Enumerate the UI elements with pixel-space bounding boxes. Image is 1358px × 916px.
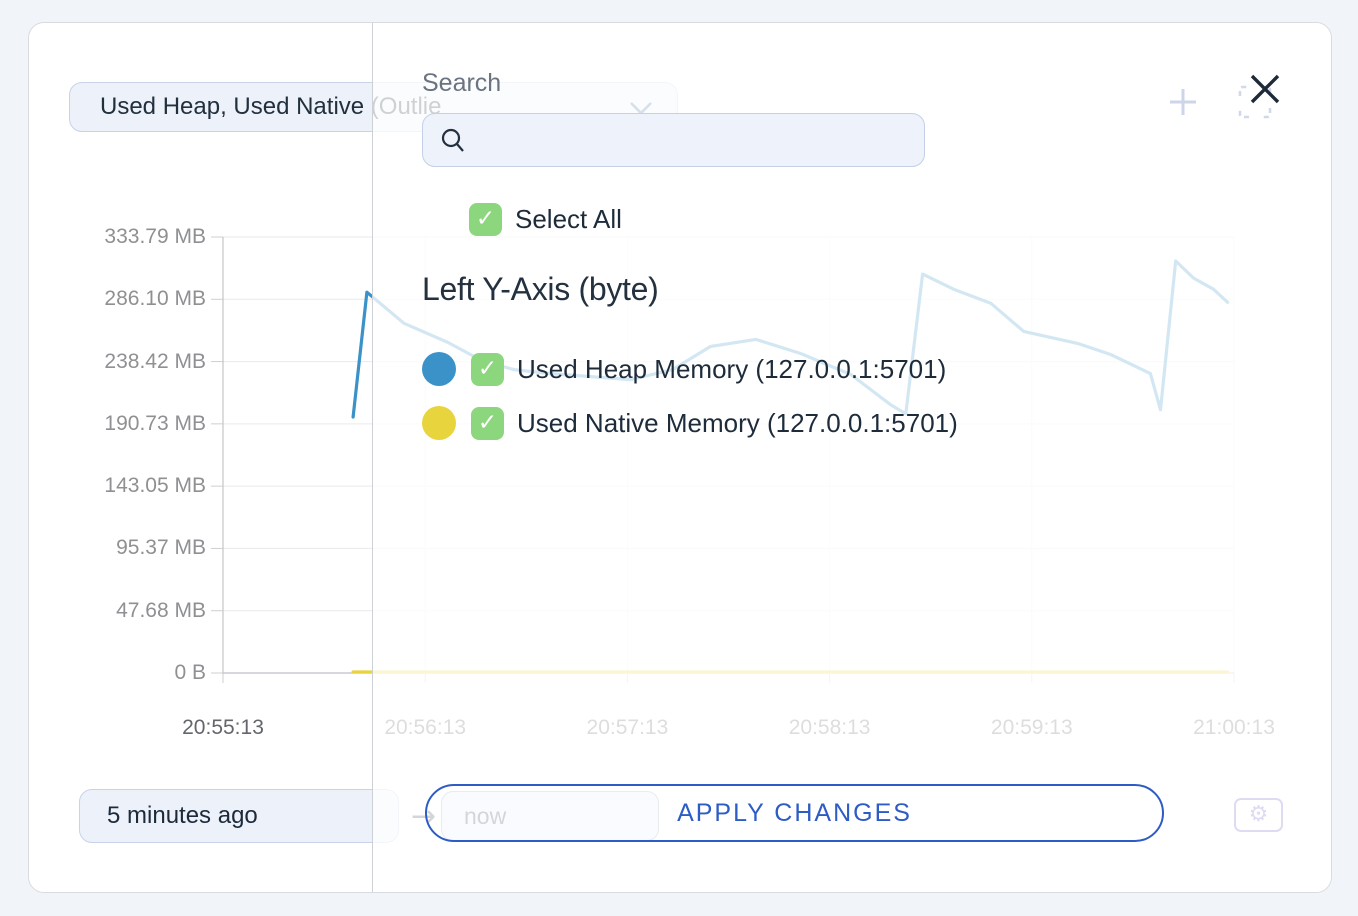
apply-changes-button[interactable]: APPLY CHANGES bbox=[425, 784, 1164, 842]
y-tick-label: 0 B bbox=[46, 661, 206, 685]
series-color-dot bbox=[422, 406, 456, 440]
search-icon bbox=[440, 127, 466, 155]
y-tick-label: 333.79 MB bbox=[46, 225, 206, 249]
check-icon: ✓ bbox=[478, 412, 497, 435]
series-option-label: Used Heap Memory (127.0.0.1:5701) bbox=[517, 354, 946, 385]
check-icon: ✓ bbox=[478, 358, 497, 381]
series-checkbox-checked[interactable]: ✓ bbox=[471, 407, 504, 440]
search-field[interactable] bbox=[422, 113, 925, 167]
y-tick-label: 286.10 MB bbox=[46, 287, 206, 311]
close-icon bbox=[1248, 72, 1282, 106]
y-tick-label: 47.68 MB bbox=[46, 599, 206, 623]
axis-section-heading: Left Y-Axis (byte) bbox=[422, 271, 659, 308]
y-tick-label: 95.37 MB bbox=[46, 536, 206, 560]
select-all-label: Select All bbox=[515, 204, 622, 235]
select-all-checkbox-checked[interactable]: ✓ bbox=[469, 203, 502, 236]
series-checkbox-checked[interactable]: ✓ bbox=[471, 353, 504, 386]
series-option-row[interactable]: ✓ Used Native Memory (127.0.0.1:5701) bbox=[422, 406, 958, 440]
series-option-row[interactable]: ✓ Used Heap Memory (127.0.0.1:5701) bbox=[422, 352, 958, 386]
y-tick-label: 143.05 MB bbox=[46, 474, 206, 498]
series-option-label: Used Native Memory (127.0.0.1:5701) bbox=[517, 408, 958, 439]
metrics-chart-card: Used Heap, Used Native (Outlie 333.79 MB… bbox=[28, 22, 1332, 893]
x-tick-label: 20:55:13 bbox=[163, 716, 283, 740]
time-from-input[interactable]: 5 minutes ago bbox=[79, 789, 399, 843]
series-color-dot bbox=[422, 352, 456, 386]
y-tick-label: 238.42 MB bbox=[46, 350, 206, 374]
select-all-row[interactable]: ✓ Select All bbox=[469, 203, 622, 236]
close-button[interactable] bbox=[1245, 70, 1285, 110]
search-input[interactable] bbox=[475, 118, 909, 162]
time-from-value: 5 minutes ago bbox=[107, 802, 258, 830]
check-icon: ✓ bbox=[476, 208, 495, 231]
y-tick-label: 190.73 MB bbox=[46, 412, 206, 436]
series-options-list: ✓ Used Heap Memory (127.0.0.1:5701) ✓ Used … bbox=[422, 352, 958, 440]
series-selection-overlay: Search ✓ Select All Left Y-Axis (byte) ✓… bbox=[372, 23, 1332, 893]
search-label: Search bbox=[422, 69, 501, 98]
